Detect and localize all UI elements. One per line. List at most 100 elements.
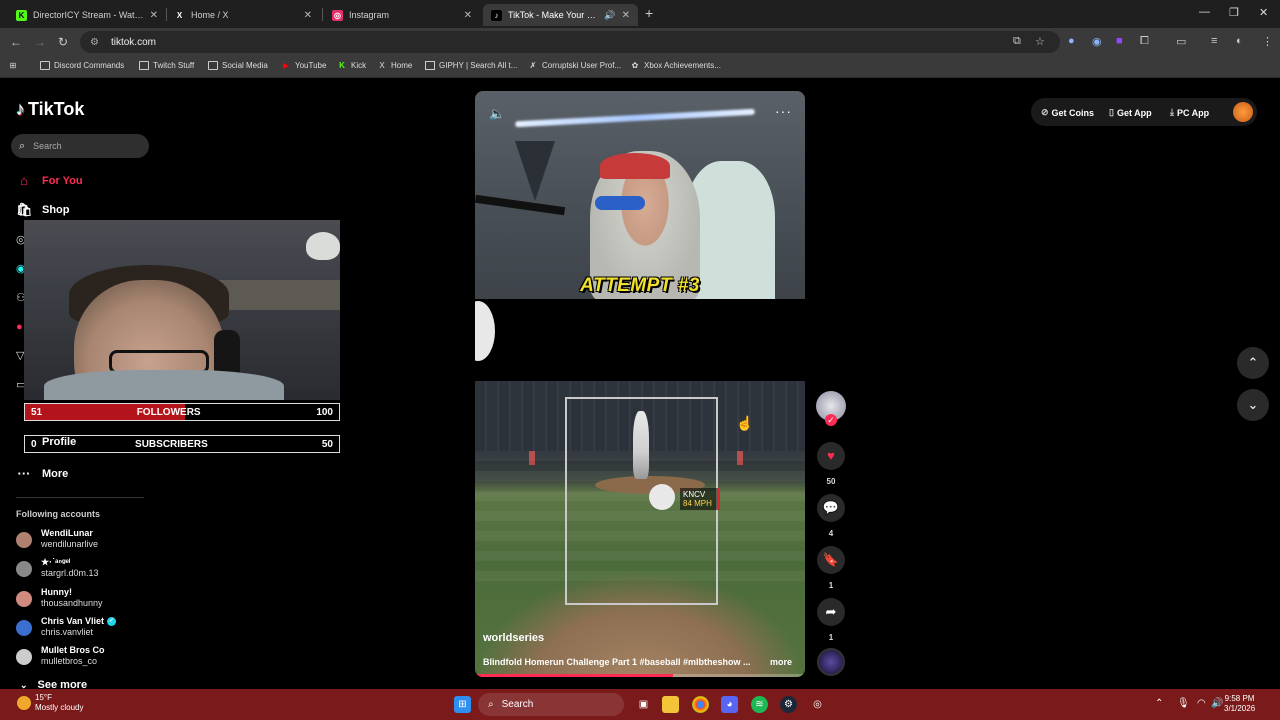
microphone-icon[interactable]: 🎙 xyxy=(1177,698,1190,709)
twitch-extension-icon[interactable]: ■ xyxy=(1116,35,1123,47)
minimize-icon[interactable]: — xyxy=(1199,6,1210,18)
user-profile-avatar[interactable] xyxy=(1233,102,1253,122)
windows-start-icon[interactable]: ⊞ xyxy=(454,696,471,713)
file-explorer-icon[interactable] xyxy=(662,696,679,713)
extensions-puzzle-icon[interactable]: ⧠ xyxy=(1140,35,1149,48)
maximize-icon[interactable]: ❐ xyxy=(1229,6,1239,19)
steam-icon[interactable]: ⚙ xyxy=(780,696,797,713)
system-clock[interactable]: 9:58 PM 3/1/2026 xyxy=(1224,694,1255,714)
spotify-icon[interactable]: ≋ xyxy=(751,696,768,713)
pc-app-button[interactable]: ⤓ PC App xyxy=(1170,107,1209,118)
app-icon[interactable]: ◎ xyxy=(809,696,826,713)
window-close-icon[interactable]: ✕ xyxy=(1259,6,1268,19)
extension-icon[interactable]: ● xyxy=(1068,35,1075,47)
reading-list-icon[interactable]: ≡ xyxy=(1211,35,1217,47)
bookmark-x-home[interactable]: X Home xyxy=(377,61,412,70)
tab-title: Instagram xyxy=(349,10,390,20)
get-app-button[interactable]: ▯ Get App xyxy=(1109,107,1152,118)
following-account-mullet-bros[interactable]: Mullet Bros Co mulletbros_co xyxy=(16,645,105,667)
bookmark-corruptski[interactable]: ✗ Corruptski User Prof... xyxy=(528,61,622,70)
follow-plus-icon[interactable]: ✓ xyxy=(825,414,837,426)
address-bar[interactable]: ⚙ tiktok.com xyxy=(80,31,1060,53)
new-tab-icon[interactable]: + xyxy=(645,5,653,21)
bookmark-discord-commands[interactable]: Discord Commands xyxy=(40,61,124,70)
back-icon[interactable]: ← xyxy=(10,35,22,49)
video-progress-bar[interactable] xyxy=(475,674,805,677)
x-icon: X xyxy=(176,10,183,20)
tab-tiktok[interactable]: ♪ TikTok - Make Your Day 🔊 ✕ xyxy=(483,4,638,26)
bookmark-youtube[interactable]: ▶ YouTube xyxy=(281,61,327,70)
weather-widget[interactable]: 15°F Mostly cloudy xyxy=(17,693,83,713)
author-avatar[interactable]: ✓ xyxy=(816,391,846,426)
chrome-icon[interactable] xyxy=(692,696,709,713)
corruptski-icon: ✗ xyxy=(529,61,537,70)
reload-icon[interactable]: ↻ xyxy=(58,35,68,49)
following-account-chris-van-vliet[interactable]: Chris Van Vliet ✓ chris.vanvliet xyxy=(16,616,117,638)
extension-icon[interactable]: ◉ xyxy=(1092,35,1102,48)
nav-shop[interactable]: 🛍 Shop xyxy=(16,202,70,218)
nav-label: More xyxy=(42,468,69,480)
chevron-up-icon: ⌃ xyxy=(1247,355,1259,370)
share-button[interactable]: ➦ 1 xyxy=(817,598,845,642)
pitch-team: KNCV xyxy=(683,490,706,499)
bookmark-label: Corruptski User Prof... xyxy=(542,61,622,70)
speaker-icon[interactable]: 🔊 xyxy=(1211,698,1223,709)
nav-for-you[interactable]: ⌂ For You xyxy=(16,173,82,189)
close-icon[interactable]: ✕ xyxy=(464,10,472,21)
install-app-icon[interactable]: ⧉ xyxy=(1013,35,1021,48)
more-dots-icon: ··· xyxy=(17,466,31,481)
volume-icon[interactable]: 🔈 xyxy=(489,106,505,122)
profile-avatar-icon[interactable]: ◐ xyxy=(1236,35,1243,47)
bookmark-giphy[interactable]: GIPHY | Search All t... xyxy=(425,61,517,70)
tab-x-home[interactable]: X Home / X ✕ xyxy=(166,4,320,26)
next-video-button[interactable]: ⌄ xyxy=(1237,389,1269,421)
discord-icon[interactable]: ◕ xyxy=(721,696,738,713)
like-button[interactable]: ♥ 50 xyxy=(817,442,845,486)
following-account-stargrl[interactable]: ★·˙ᵃⁿᵍᵉˡ stargrl.d0m.13 xyxy=(16,557,99,579)
following-account-wendilunar[interactable]: WendiLunar wendilunarlive xyxy=(16,528,98,550)
weather-icon xyxy=(17,696,31,710)
audio-playing-icon[interactable]: 🔊 xyxy=(604,10,615,21)
tab-title: Home / X xyxy=(191,10,229,20)
previous-video-button[interactable]: ⌃ xyxy=(1237,347,1269,379)
video-player[interactable]: ATTEMPT #3 KNCV 84 MPH 🔈 ··· worldseries… xyxy=(475,91,805,677)
more-options-icon[interactable]: ··· xyxy=(775,103,792,119)
bookmark-kick[interactable]: K Kick xyxy=(337,61,366,70)
close-icon[interactable]: ✕ xyxy=(150,10,158,21)
bookmark-social-media[interactable]: Social Media xyxy=(208,61,268,70)
tab-instagram[interactable]: ◎ Instagram ✕ xyxy=(324,4,480,26)
close-icon[interactable]: ✕ xyxy=(304,10,312,21)
side-panel-icon[interactable]: ▭ xyxy=(1176,35,1186,48)
caption-more-button[interactable]: more xyxy=(770,657,792,667)
apps-grid-icon[interactable]: ⊞ xyxy=(8,61,22,70)
taskbar-search[interactable]: ⌕ Search xyxy=(478,693,624,716)
forward-icon[interactable]: → xyxy=(34,35,46,49)
folder-icon xyxy=(208,61,218,70)
nav-more[interactable]: ··· More xyxy=(16,466,69,482)
bookmark-star-icon[interactable]: ☆ xyxy=(1035,35,1045,48)
wifi-icon[interactable]: ◠ xyxy=(1197,698,1206,709)
browser-toolbar: ← → ↻ ⚙ tiktok.com ⧉ ☆ ● ◉ ■ ⧠ ▭ ≡ ◐ ⋮ xyxy=(0,28,1280,56)
music-disc-icon[interactable] xyxy=(817,648,845,676)
search-icon: ⌕ xyxy=(19,139,26,152)
bookmark-label: Social Media xyxy=(222,61,268,70)
bookmark-twitch-stuff[interactable]: Twitch Stuff xyxy=(139,61,194,70)
chevron-up-icon[interactable]: ⌃ xyxy=(1155,698,1163,709)
divider xyxy=(16,497,144,498)
chevron-down-icon: ⌄ xyxy=(1247,397,1259,412)
bookmark-label: GIPHY | Search All t... xyxy=(439,61,518,70)
get-coins-button[interactable]: ⊘ Get Coins xyxy=(1041,107,1094,118)
tiktok-logo[interactable]: ♪ TikTok xyxy=(16,99,84,120)
bookmark-xbox[interactable]: ✿ Xbox Achievements... xyxy=(630,61,721,70)
close-icon[interactable]: ✕ xyxy=(622,10,630,21)
menu-kebab-icon[interactable]: ⋮ xyxy=(1262,35,1273,48)
save-button[interactable]: 🔖 1 xyxy=(817,546,845,590)
site-info-icon[interactable]: ⚙ xyxy=(90,37,99,48)
tiktok-note-icon: ♪ xyxy=(16,99,25,119)
video-author[interactable]: worldseries xyxy=(483,632,544,644)
tab-kick-stream[interactable]: K DirectorICY Stream - Watch Liv ✕ xyxy=(8,4,166,26)
comment-button[interactable]: 💬 4 xyxy=(817,494,845,538)
following-account-hunny[interactable]: Hunny! thousandhunny xyxy=(16,587,103,609)
search-input[interactable]: ⌕ Search xyxy=(11,134,149,158)
task-view-icon[interactable]: ▣ xyxy=(635,696,652,713)
